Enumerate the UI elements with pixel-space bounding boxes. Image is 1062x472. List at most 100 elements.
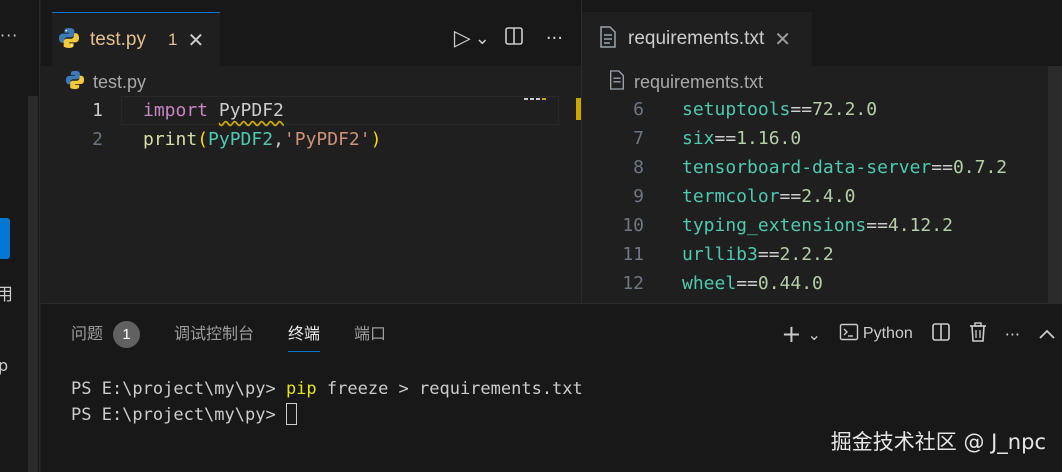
package-version: 2.2.2: [779, 244, 834, 265]
terminal-icon[interactable]: [839, 322, 859, 346]
code-action-icon[interactable]: [524, 96, 548, 109]
code-token: ): [370, 129, 382, 150]
terminal-args: freeze > requirements.txt: [316, 379, 583, 399]
code-token: ,: [273, 129, 284, 150]
breadcrumb: test.py: [65, 70, 146, 94]
terminal-prompt: PS E:\project\my\py>: [71, 405, 286, 425]
version-operator: ==: [931, 157, 953, 178]
tab-terminal[interactable]: 终端: [288, 318, 321, 352]
watermark: 掘金技术社区 @ J_npc: [830, 430, 1046, 454]
requirement-line[interactable]: setuptools==72.2.0: [682, 95, 877, 124]
side-panel-cut-label: p: [0, 356, 9, 375]
version-operator: ==: [866, 215, 888, 236]
line-number: 7: [633, 128, 644, 149]
tab-label: requirements.txt: [628, 28, 765, 49]
split-terminal-icon[interactable]: [931, 322, 951, 346]
requirement-line[interactable]: urllib3==2.2.2: [682, 240, 834, 269]
text-file-icon: [598, 26, 618, 52]
code-line[interactable]: print(PyPDF2,'PyPDF2'): [143, 125, 381, 154]
requirement-line[interactable]: six==1.16.0: [682, 124, 801, 153]
code-token: 'PyPDF2': [283, 129, 371, 150]
line-number: 6: [633, 99, 644, 120]
problem-count-badge: 1: [167, 29, 178, 49]
breadcrumb: requirements.txt: [608, 70, 763, 94]
add-terminal-icon[interactable]: +: [781, 320, 801, 348]
side-panel-scrollbar[interactable]: [28, 96, 38, 472]
package-name: termcolor: [682, 186, 780, 207]
python-file-icon: [58, 27, 80, 53]
terminal-command: pip: [285, 379, 317, 399]
package-version: 0.44.0: [757, 273, 823, 294]
breadcrumb-file[interactable]: requirements.txt: [634, 72, 763, 93]
close-icon[interactable]: ✕: [774, 27, 791, 51]
terminal-shell-label[interactable]: Python: [863, 325, 913, 343]
more-icon[interactable]: ···: [0, 26, 18, 45]
requirement-line[interactable]: wheel==0.44.0: [682, 269, 823, 298]
package-name: typing_extensions: [682, 215, 867, 236]
tab-label: 问题: [71, 324, 104, 343]
editor-actions: ▷ ⌄ ···: [454, 26, 563, 51]
package-version: 4.12.2: [887, 215, 953, 236]
package-version: 1.16.0: [736, 128, 802, 149]
line-number: 11: [622, 244, 644, 265]
editor-scrollbar[interactable]: [1048, 66, 1062, 303]
package-name: urllib3: [682, 244, 758, 265]
side-panel-strip: ··· 用 p: [0, 0, 40, 472]
code-editor[interactable]: 6 setuptools==72.2.0 7 six==1.16.0 8 tensorbo…: [582, 95, 1048, 303]
editor-tab-bar: requirements.txt ✕: [582, 0, 1062, 66]
requirement-line[interactable]: typing_extensions==4.12.2: [682, 211, 953, 240]
breadcrumb-file[interactable]: test.py: [93, 72, 146, 93]
code-token: import: [143, 100, 209, 121]
tab-debug-console[interactable]: 调试控制台: [174, 318, 254, 350]
more-actions-icon[interactable]: ···: [1005, 325, 1020, 344]
chevron-down-icon[interactable]: ⌄: [475, 28, 490, 49]
close-icon[interactable]: ✕: [187, 28, 204, 52]
python-file-icon: [65, 70, 85, 94]
tab-label: test.py: [90, 28, 146, 50]
active-item-indicator[interactable]: [0, 218, 10, 259]
code-token: PyPDF2: [218, 100, 284, 121]
tab-problems[interactable]: 问题 1: [71, 318, 141, 350]
package-version: 72.2.0: [812, 99, 878, 120]
requirement-line[interactable]: termcolor==2.4.0: [682, 182, 855, 211]
bottom-panel: 问题 1 调试控制台 终端 端口 + ⌄ Python ··· PS E:\pro…: [41, 303, 1062, 472]
terminal-line: PS E:\project\my\py>: [71, 402, 583, 428]
terminal-output[interactable]: PS E:\project\my\py> pip freeze > requir…: [71, 376, 583, 428]
version-operator: ==: [779, 186, 802, 207]
package-name: six: [682, 128, 715, 149]
split-editor-icon[interactable]: [504, 26, 524, 51]
chevron-up-icon[interactable]: [1038, 325, 1056, 344]
trash-icon[interactable]: [969, 322, 987, 346]
package-name: wheel: [682, 273, 737, 294]
version-operator: ==: [757, 244, 780, 265]
panel-tabs: 问题 1 调试控制台 终端 端口: [71, 318, 420, 352]
line-number: 8: [633, 157, 644, 178]
line-number: 1: [92, 100, 103, 121]
more-actions-icon[interactable]: ···: [546, 28, 563, 49]
editor-group-2: requirements.txt ✕ requirements.txt 6 set…: [582, 0, 1062, 303]
version-operator: ==: [736, 273, 758, 294]
package-name: tensorboard-data-server: [682, 157, 932, 178]
terminal-line: PS E:\project\my\py> pip freeze > requir…: [71, 376, 583, 402]
side-panel-cut-label: 用: [0, 285, 13, 305]
text-file-icon: [608, 70, 626, 94]
line-number: 9: [633, 186, 644, 207]
code-token: (: [197, 129, 209, 150]
tab-ports[interactable]: 端口: [354, 318, 386, 350]
terminal-cursor: [285, 403, 297, 425]
code-token: print: [143, 129, 198, 150]
requirement-line[interactable]: tensorboard-data-server==0.7.2: [682, 153, 1007, 182]
line-number: 12: [622, 273, 644, 294]
version-operator: ==: [790, 99, 813, 120]
run-icon[interactable]: ▷: [454, 26, 471, 51]
editor-group-1: test.py 1 ✕ ▷ ⌄ ··· test.py 1 import PyP…: [41, 0, 582, 303]
tab-requirements-txt[interactable]: requirements.txt ✕: [582, 12, 812, 66]
panel-actions: + ⌄ Python ···: [781, 318, 1062, 350]
tab-test-py[interactable]: test.py 1 ✕: [52, 12, 220, 66]
package-version: 0.7.2: [952, 157, 1008, 178]
code-token: PyPDF2: [208, 129, 274, 150]
code-line[interactable]: import PyPDF2: [143, 96, 284, 125]
package-name: setuptools: [682, 99, 791, 120]
chevron-down-icon[interactable]: ⌄: [808, 325, 821, 344]
